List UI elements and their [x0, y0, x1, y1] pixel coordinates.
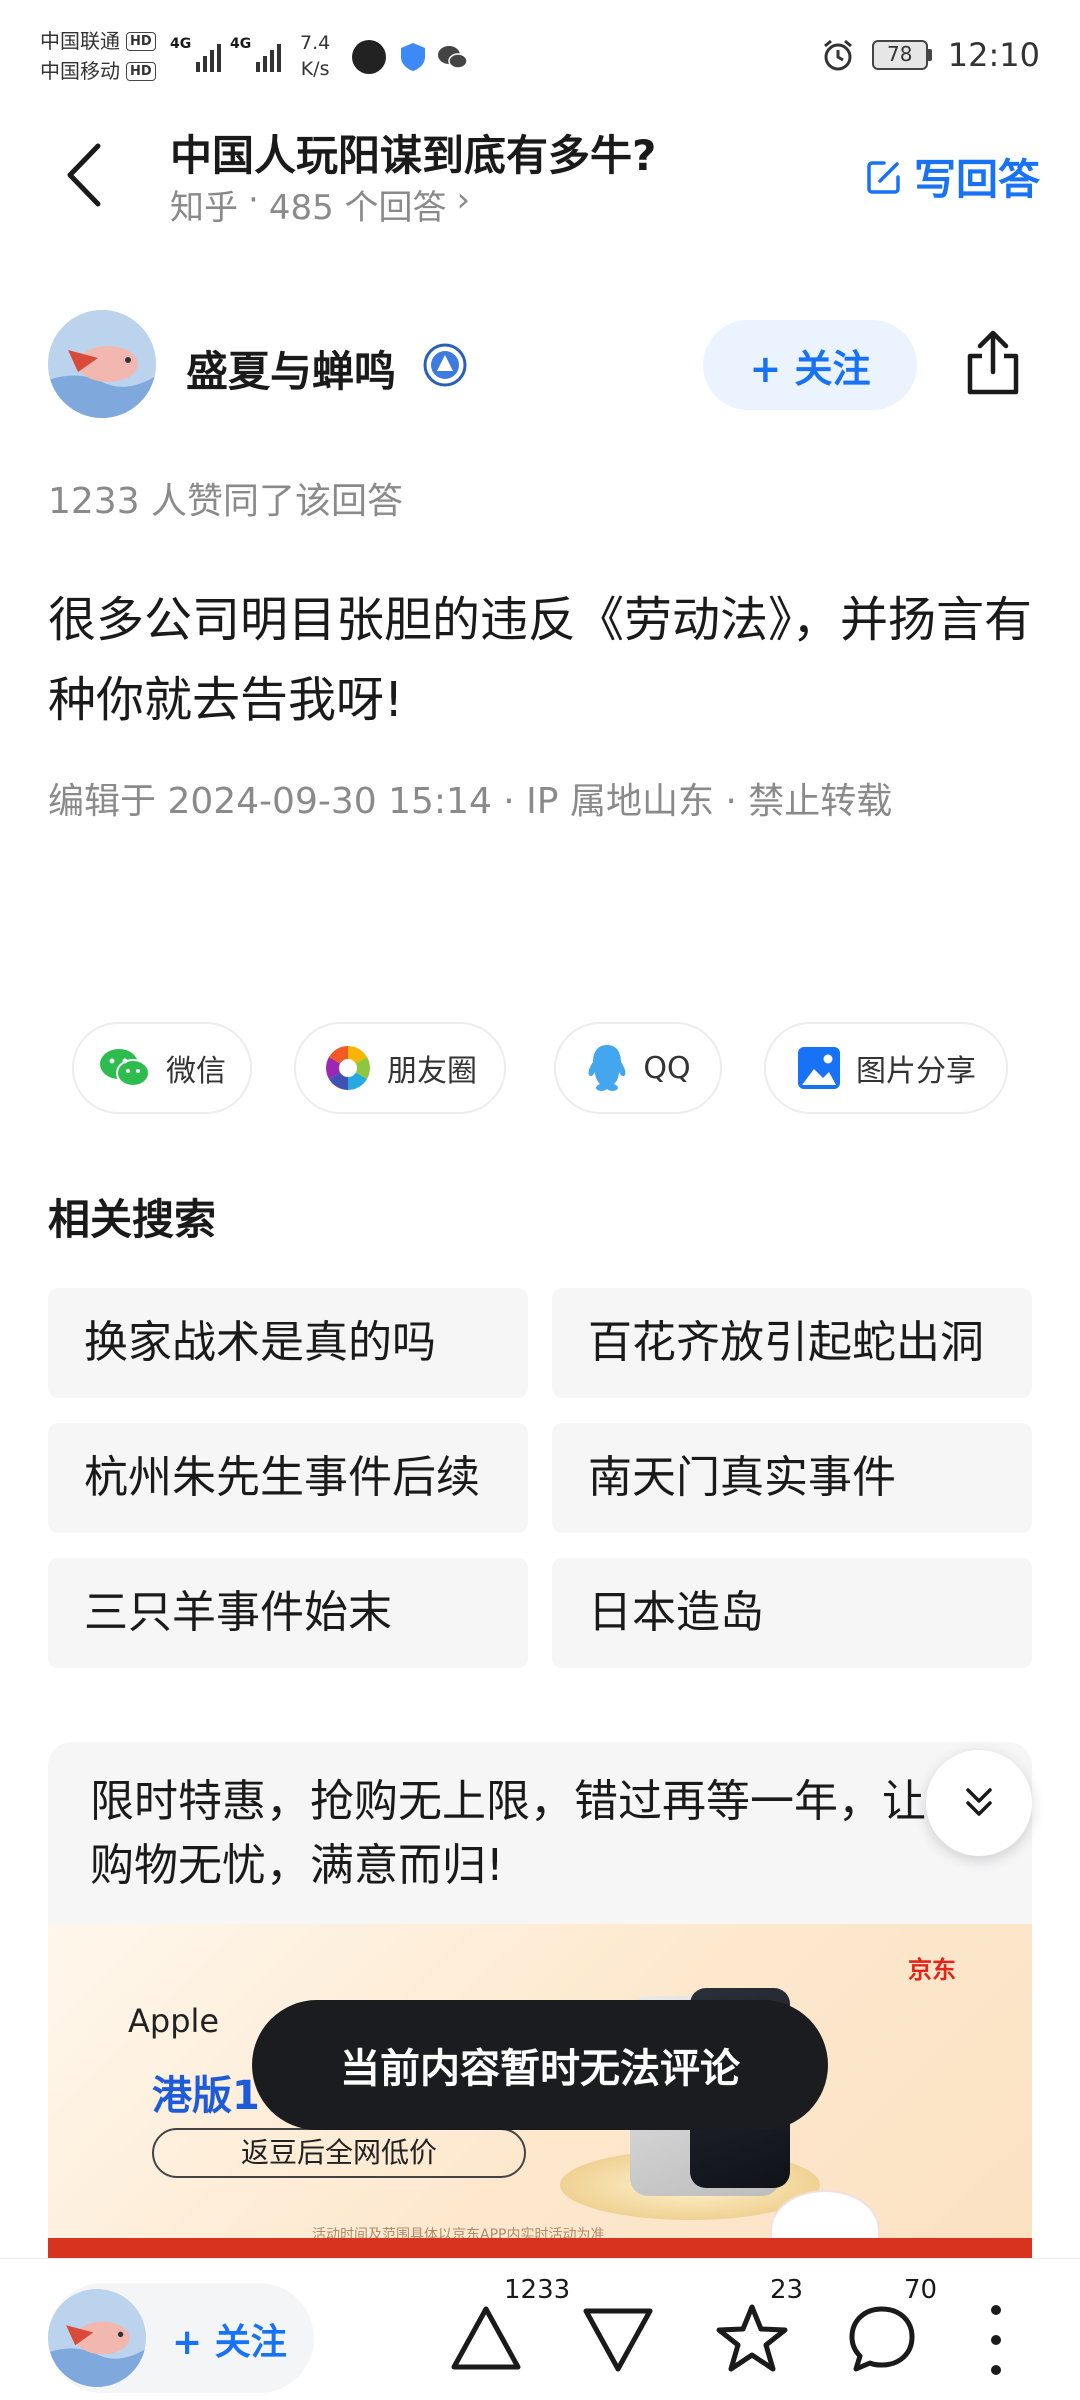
related-search-item[interactable]: 百花齐放引起蛇出洞	[552, 1288, 1032, 1398]
toast-message: 当前内容暂时无法评论	[252, 2000, 828, 2130]
author-row: 盛夏与蝉鸣 + 关注	[48, 310, 1032, 420]
network-speed: 7.4 K/s	[300, 32, 331, 80]
write-answer-button[interactable]: 写回答	[864, 146, 1040, 207]
comment-icon[interactable]	[842, 2299, 922, 2379]
hd-badge: HD	[126, 31, 156, 51]
related-search-item[interactable]: 换家战术是真的吗	[48, 1288, 528, 1398]
question-meta[interactable]: 知乎 · 485 个回答 ›	[170, 180, 470, 229]
answer-content: 很多公司明目张胆的违反《劳动法》，并扬言有种你就去告我呀!	[48, 592, 1033, 728]
app-notification-icon	[352, 40, 386, 74]
bottom-follow-button[interactable]: + 关注	[48, 2283, 314, 2393]
author-name[interactable]: 盛夏与蝉鸣	[186, 338, 396, 399]
source-label: 知乎	[170, 188, 238, 228]
status-bar: 中国联通 HD 中国移动 HD 4G 4G 7.4 K/s 78 12:10	[0, 0, 1080, 120]
question-title[interactable]: 中国人玩阳谋到底有多牛?	[170, 122, 656, 183]
verified-badge-icon	[423, 343, 467, 387]
favorite-count: 23	[770, 2275, 804, 2305]
share-image-button[interactable]: 图片分享	[764, 1022, 1008, 1114]
share-qq-button[interactable]: QQ	[554, 1022, 722, 1114]
avatar	[48, 2289, 146, 2387]
clock: 12:10	[947, 36, 1040, 74]
chevron-right-icon: ›	[456, 180, 471, 220]
related-search-item[interactable]: 三只羊事件始末	[48, 1558, 528, 1668]
status-right: 78 12:10	[820, 36, 1040, 74]
related-search-item[interactable]: 南天门真实事件	[552, 1423, 1032, 1533]
wechat-notification-icon	[438, 46, 468, 69]
alarm-icon	[823, 39, 852, 71]
wechat-icon	[100, 1049, 150, 1087]
follow-button[interactable]: + 关注	[703, 320, 917, 410]
image-icon	[798, 1047, 840, 1089]
hd-badge: HD	[126, 61, 156, 81]
share-icon[interactable]	[962, 328, 1024, 398]
related-search-item[interactable]: 杭州朱先生事件后续	[48, 1423, 528, 1533]
avatar[interactable]	[48, 310, 156, 418]
answer-count: 485 个回答	[268, 188, 447, 228]
ad-banner-headline: 港版1	[152, 2073, 260, 2119]
edit-icon	[867, 160, 900, 194]
related-search-item[interactable]: 日本造岛	[552, 1558, 1032, 1668]
jd-logo: 京东	[908, 1956, 956, 1984]
carrier-1: 中国联通	[40, 29, 120, 53]
bottom-action-bar: + 关注 1233 23 70	[0, 2258, 1080, 2400]
related-searches-title: 相关搜索	[48, 1195, 217, 1244]
triangle-down-icon[interactable]	[578, 2299, 658, 2379]
carrier-2: 中国移动	[40, 59, 120, 83]
comment-count: 70	[904, 2275, 938, 2305]
signal-icon: 4G	[230, 36, 282, 72]
double-chevron-down-icon	[966, 1788, 992, 1816]
collapse-button[interactable]	[926, 1750, 1032, 1856]
star-icon[interactable]	[712, 2299, 792, 2379]
share-moments-button[interactable]: 朋友圈	[294, 1022, 506, 1114]
chevron-left-icon[interactable]	[60, 140, 110, 210]
shield-icon	[401, 43, 425, 71]
ad-text: 限时特惠，抢购无上限，错过再等一年，让你购物无忧，满意而归!	[90, 1776, 970, 1891]
edit-info: 编辑于 2024-09-30 15:14 · IP 属地山东 · 禁止转载	[48, 781, 893, 822]
ad-banner-apple: Apple	[128, 2002, 220, 2040]
battery-indicator: 78	[871, 40, 932, 70]
share-wechat-button[interactable]: 微信	[72, 1022, 252, 1114]
signal-icon: 4G	[170, 36, 222, 72]
share-row: 微信 朋友圈 QQ 图片分享	[72, 1022, 1012, 1114]
triangle-up-icon[interactable]	[446, 2299, 526, 2379]
upvote-count: 1233	[504, 2275, 571, 2305]
moments-icon	[326, 1046, 370, 1090]
qq-icon	[588, 1045, 626, 1091]
question-header: 中国人玩阳谋到底有多牛? 知乎 · 485 个回答 › 写回答	[0, 110, 1080, 240]
upvote-summary: 1233 人赞同了该回答	[48, 481, 404, 522]
more-vertical-icon[interactable]	[986, 2305, 1006, 2375]
carrier-info: 中国联通 HD 中国移动 HD	[40, 26, 156, 86]
ad-banner-pill: 返豆后全网低价	[152, 2128, 526, 2178]
